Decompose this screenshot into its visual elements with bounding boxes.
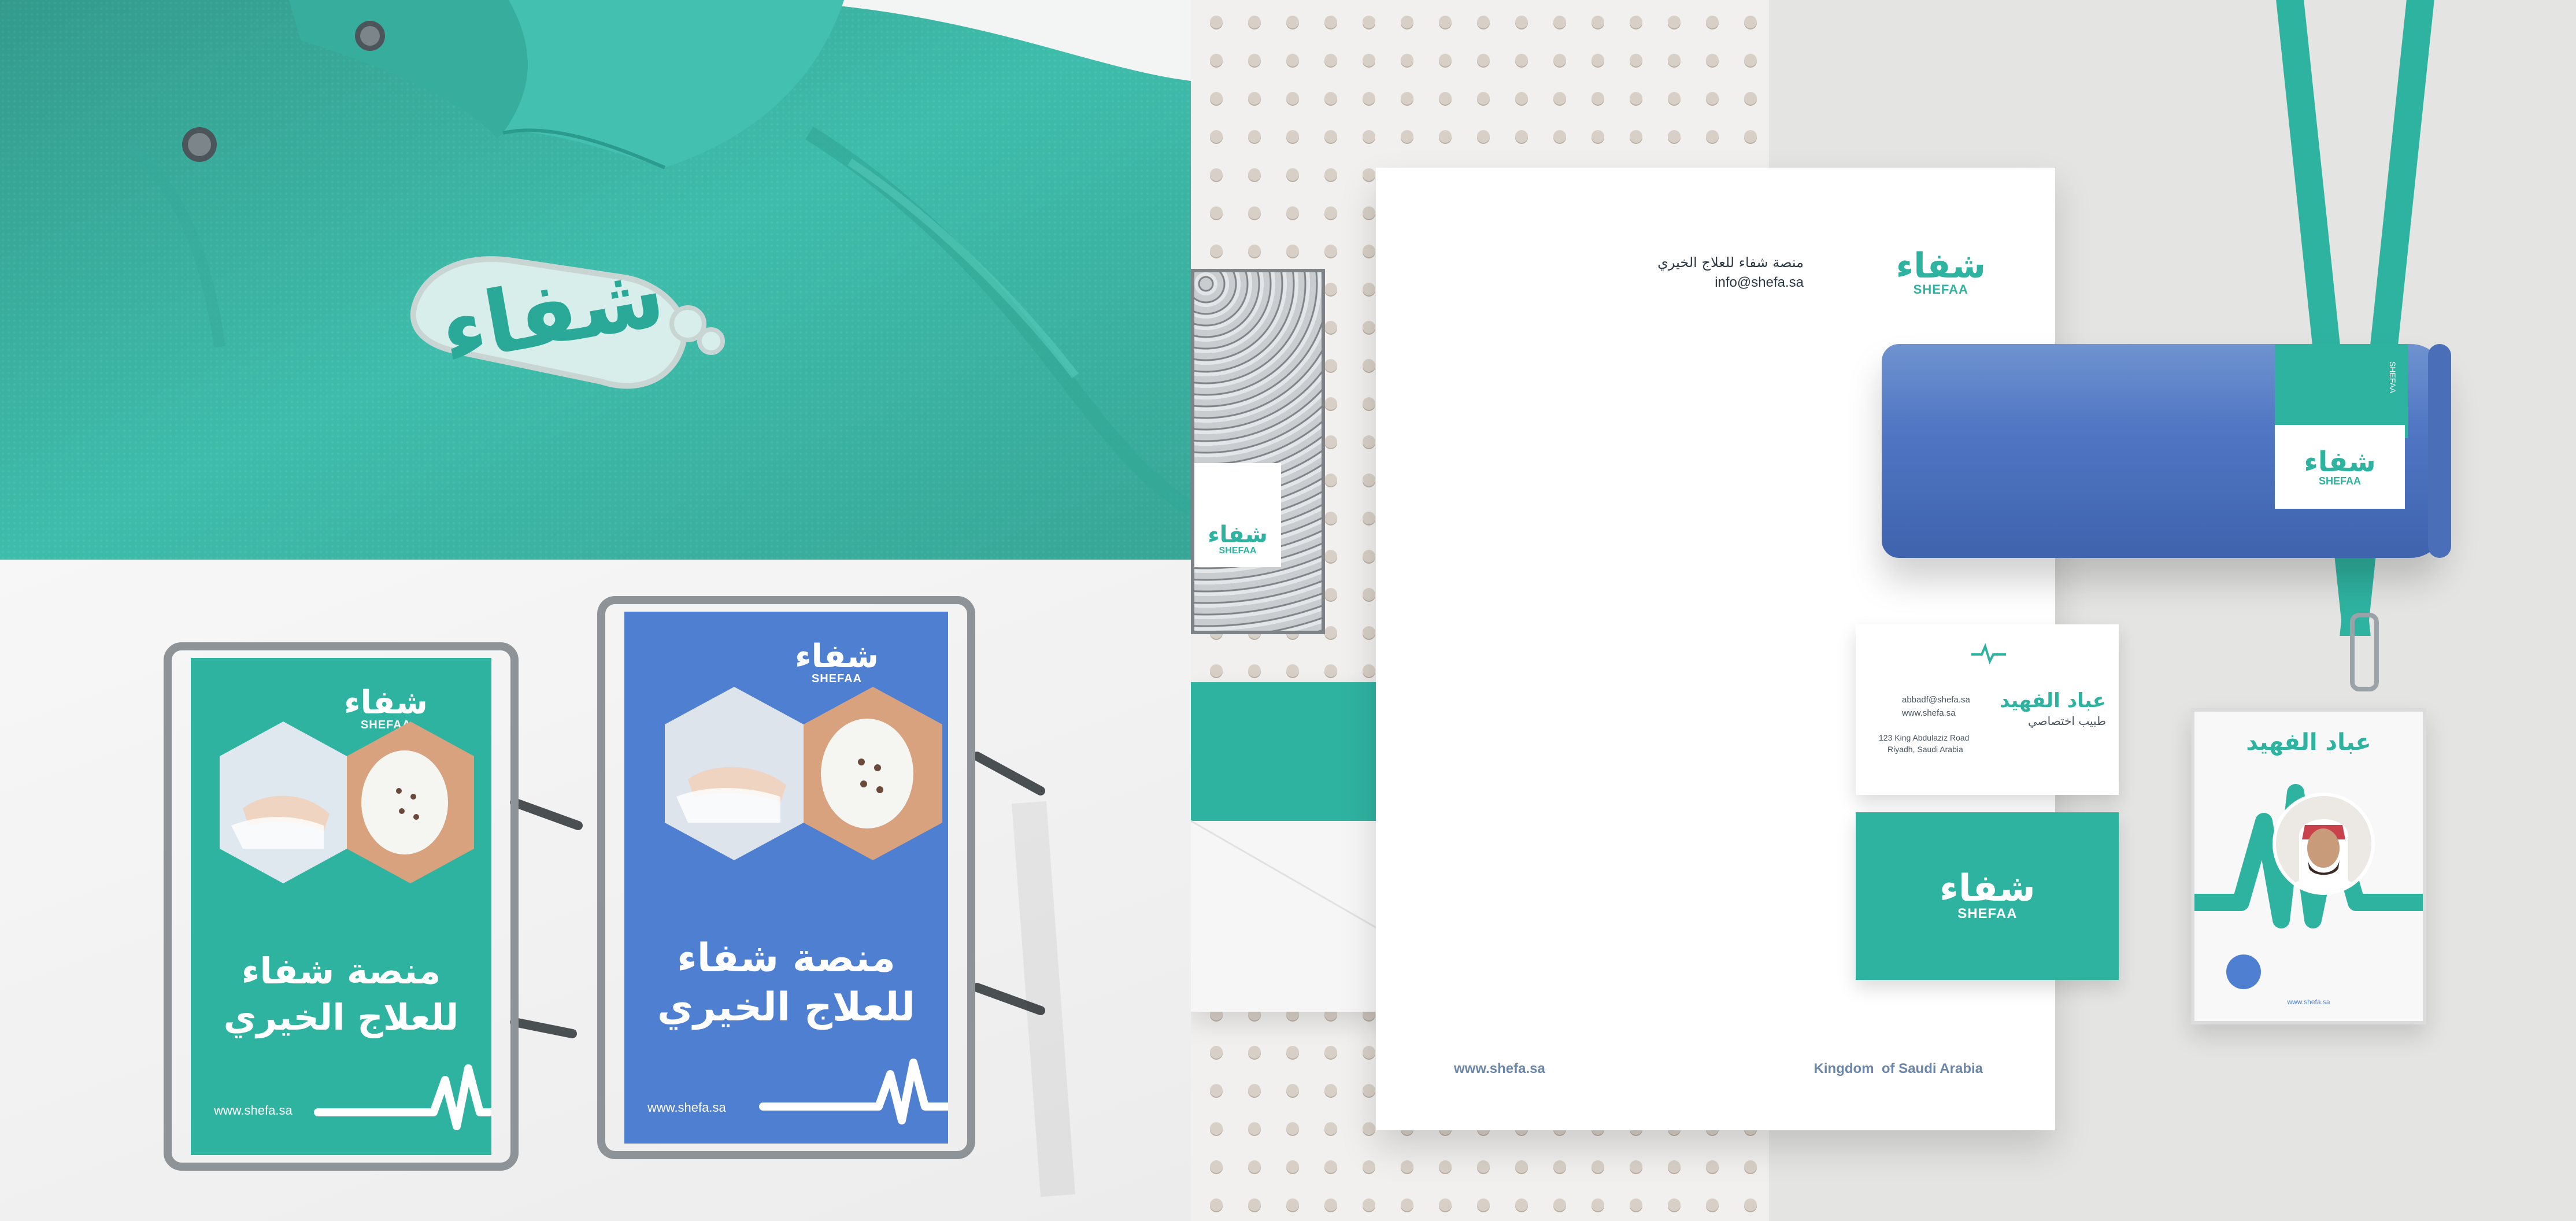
poster-teal-headline-1: منصة شفاء [241, 950, 441, 992]
poster-blue-website: www.shefa.sa [647, 1100, 726, 1115]
mailer-label: شفاء SHEFAA [1194, 463, 1281, 567]
card-web: www.shefa.sa [1902, 708, 1956, 718]
mailer-logo-en: SHEFAA [1219, 546, 1257, 556]
bubble-mailer: شفاء SHEFAA [1191, 269, 1325, 634]
badge-name: عباد الفهيد [2246, 729, 2371, 756]
poster-blue-hexagons [665, 687, 942, 860]
tube-logo-sticker: شفاء SHEFAA [2275, 425, 2405, 509]
brand-mockup-collage: شفاء شفاء SHEFAA منصة شفاء للعلاج الخيري… [0, 0, 2576, 1221]
poster-stands-illustration [164, 596, 1075, 1197]
mailer-logo-ar: شفاء [1208, 521, 1268, 548]
tube-logo-ar: شفاء [2304, 445, 2376, 478]
poster-blue-logo-ar: شفاء [794, 638, 879, 675]
card-heartbeat-icon [1971, 643, 2006, 665]
shipping-tube: SHEFAA شفاء SHEFAA [1882, 344, 2451, 558]
person-avatar-icon [2276, 796, 2371, 891]
letterhead-logo-en: SHEFAA [1913, 282, 1968, 297]
tube-side-text: SHEFAA [2388, 361, 2397, 394]
id-badge: عباد الفهيد www.shefa.sa [2191, 708, 2426, 1024]
wall-posters-panel: شفاء SHEFAA منصة شفاء للعلاج الخيري www.… [0, 560, 1191, 1221]
card-address-1: 123 King Abdulaziz Road [1879, 733, 1970, 742]
poster-teal: شفاء SHEFAA منصة شفاء للعلاج الخيري www.… [191, 658, 491, 1155]
poster-blue-headline-1: منصة شفاء [677, 935, 895, 981]
letterhead-org-name: منصة شفاء للعلاج الخيري [1657, 254, 1804, 271]
poster-teal-headline-2: للعلاج الخيري [223, 996, 459, 1038]
badge-website: www.shefa.sa [2287, 998, 2330, 1006]
poster-teal-website: www.shefa.sa [214, 1103, 293, 1118]
poster-teal-heartbeat-line [314, 1064, 491, 1130]
card-email: abbadf@shefa.sa [1902, 695, 1970, 705]
poster-teal-hexagons [220, 722, 474, 883]
polo-shirt-panel: شفاء [0, 0, 1191, 560]
card-title: طبيب اختصاصي [2027, 714, 2106, 728]
card-name: عباد الفهيد [1999, 689, 2106, 712]
badge-photo [2272, 793, 2375, 895]
card-front-logo-en: SHEFAA [1957, 906, 2018, 922]
letterhead-logo-ar: شفاء [1896, 246, 1986, 286]
letterhead-country: Kingdom of Saudi Arabia [1813, 1061, 1983, 1076]
badge-blue-dot [2226, 954, 2261, 989]
tube-end-cap [2428, 344, 2451, 558]
card-front-logo-ar: شفاء [1940, 867, 2035, 910]
poster-blue: شفاء SHEFAA منصة شفاء للعلاج الخيري www.… [624, 612, 948, 1144]
poster-blue-headline-2: للعلاج الخيري [657, 985, 916, 1030]
letterhead-logo: شفاء SHEFAA [1896, 249, 1986, 296]
tube-logo-en: SHEFAA [2318, 475, 2361, 487]
badge-clip [2350, 613, 2379, 691]
tube-label: SHEFAA شفاء SHEFAA [2275, 344, 2408, 558]
card-address-2: Riyadh, Saudi Arabia [1887, 745, 1963, 754]
letterhead-website: www.shefa.sa [1454, 1061, 1545, 1076]
business-card-back: عباد الفهيد طبيب اختصاصي abbadf@shefa.sa… [1856, 624, 2119, 795]
poster-blue-heartbeat-line [759, 1059, 948, 1124]
business-card-front: شفاء SHEFAA [1856, 812, 2119, 980]
letterhead-email: info@shefa.sa [1715, 275, 1804, 290]
